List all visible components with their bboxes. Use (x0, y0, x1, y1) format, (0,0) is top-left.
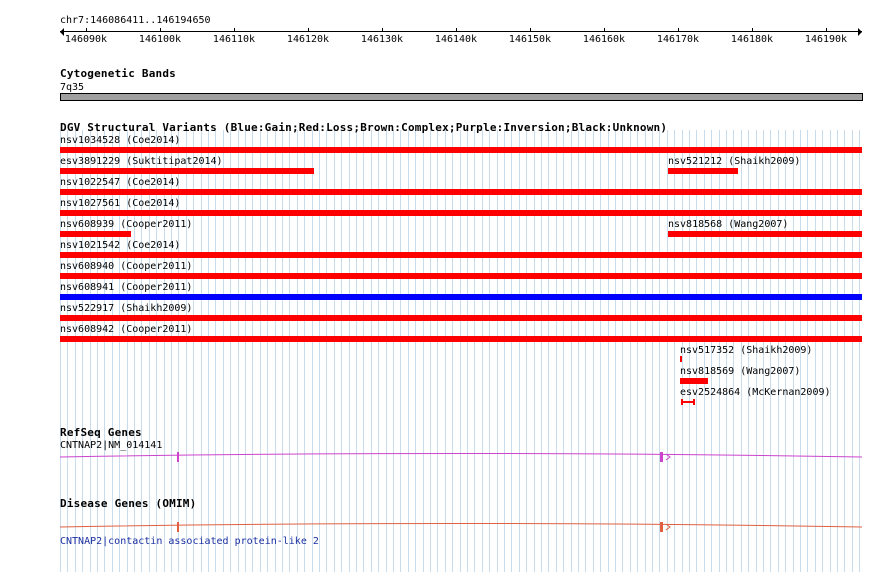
omim-gene-label[interactable]: CNTNAP2|contactin associated protein-lik… (60, 536, 319, 547)
variant-label: nsv608941 (Cooper2011) (60, 282, 193, 293)
variant-bar-loss[interactable] (60, 231, 131, 237)
ruler-tick-mark (160, 28, 161, 32)
variant-bar-loss[interactable] (60, 210, 862, 216)
variant-label: nsv1034528 (Coe2014) (60, 135, 181, 146)
variant-bar-loss[interactable] (60, 189, 862, 195)
ruler-tick-label: 146180k (730, 34, 774, 45)
ruler-tick-label: 146110k (212, 34, 256, 45)
variant-label: nsv1022547 (Coe2014) (60, 177, 181, 188)
ruler-tick-mark (456, 28, 457, 32)
ruler-right-arrow (858, 28, 862, 36)
ruler-tick-mark (826, 28, 827, 32)
ruler-tick-mark (530, 28, 531, 32)
variant-label: esv2524864 (McKernan2009) (680, 387, 831, 398)
ruler-tick-label: 146120k (286, 34, 330, 45)
variant-label: nsv818569 (Wang2007) (680, 366, 801, 377)
ruler-line (60, 31, 862, 32)
variant-bar-loss[interactable] (680, 378, 708, 384)
ruler-tick-mark (604, 28, 605, 32)
refseq-gene-model[interactable] (60, 450, 862, 464)
ruler-tick-mark (86, 28, 87, 32)
ruler-tick-label: 146150k (508, 34, 552, 45)
variant-label: nsv608940 (Cooper2011) (60, 261, 193, 272)
variant-bar-loss[interactable] (60, 336, 862, 342)
variant-label: nsv818568 (Wang2007) (668, 219, 789, 230)
variant-bar-gain[interactable] (60, 294, 862, 300)
variant-label: nsv522917 (Shaikh2009) (60, 303, 193, 314)
variant-bar-loss[interactable] (60, 168, 314, 174)
variant-label: nsv1021542 (Coe2014) (60, 240, 181, 251)
ruler-tick-label: 146100k (138, 34, 182, 45)
ruler-tick-mark (678, 28, 679, 32)
ruler-tick-label: 146130k (360, 34, 404, 45)
ruler-tick-label: 146190k (804, 34, 848, 45)
omim-track-title: Disease Genes (OMIM) (60, 497, 197, 510)
variant-bar-loss[interactable] (60, 315, 862, 321)
ruler-tick-label: 146160k (582, 34, 626, 45)
variant-bar-loss[interactable] (668, 168, 738, 174)
refseq-track-title: RefSeq Genes (60, 426, 142, 439)
ruler-tick-label: 146140k (434, 34, 478, 45)
locus-label: chr7:146086411..146194650 (60, 15, 211, 26)
variant-bar-loss[interactable] (668, 231, 862, 237)
variant-bar-loss[interactable] (680, 356, 682, 362)
ruler-tick-mark (752, 28, 753, 32)
ruler-tick-mark (382, 28, 383, 32)
variant-label: nsv608939 (Cooper2011) (60, 219, 193, 230)
ruler-tick-label: 146170k (656, 34, 700, 45)
variant-bar-loss[interactable] (60, 273, 862, 279)
variant-bar-loss-small[interactable] (681, 399, 695, 405)
variant-label: nsv517352 (Shaikh2009) (680, 345, 813, 356)
variant-bar-loss[interactable] (60, 147, 862, 153)
variant-label: nsv1027561 (Coe2014) (60, 198, 181, 209)
ruler-tick-mark (234, 28, 235, 32)
cytoband-ideogram[interactable] (60, 93, 863, 101)
ruler-tick-label: 146090k (64, 34, 108, 45)
dgv-track-title: DGV Structural Variants (Blue:Gain;Red:L… (60, 121, 668, 134)
cytoband-label: 7q35 (60, 82, 85, 93)
omim-gene-model[interactable] (60, 520, 862, 534)
cytoband-track-title: Cytogenetic Bands (60, 67, 176, 80)
variant-bar-loss[interactable] (60, 252, 862, 258)
variant-label: esv3891229 (Suktitipat2014) (60, 156, 223, 167)
variant-label: nsv521212 (Shaikh2009) (668, 156, 801, 167)
variant-label: nsv608942 (Cooper2011) (60, 324, 193, 335)
ruler-tick-mark (308, 28, 309, 32)
